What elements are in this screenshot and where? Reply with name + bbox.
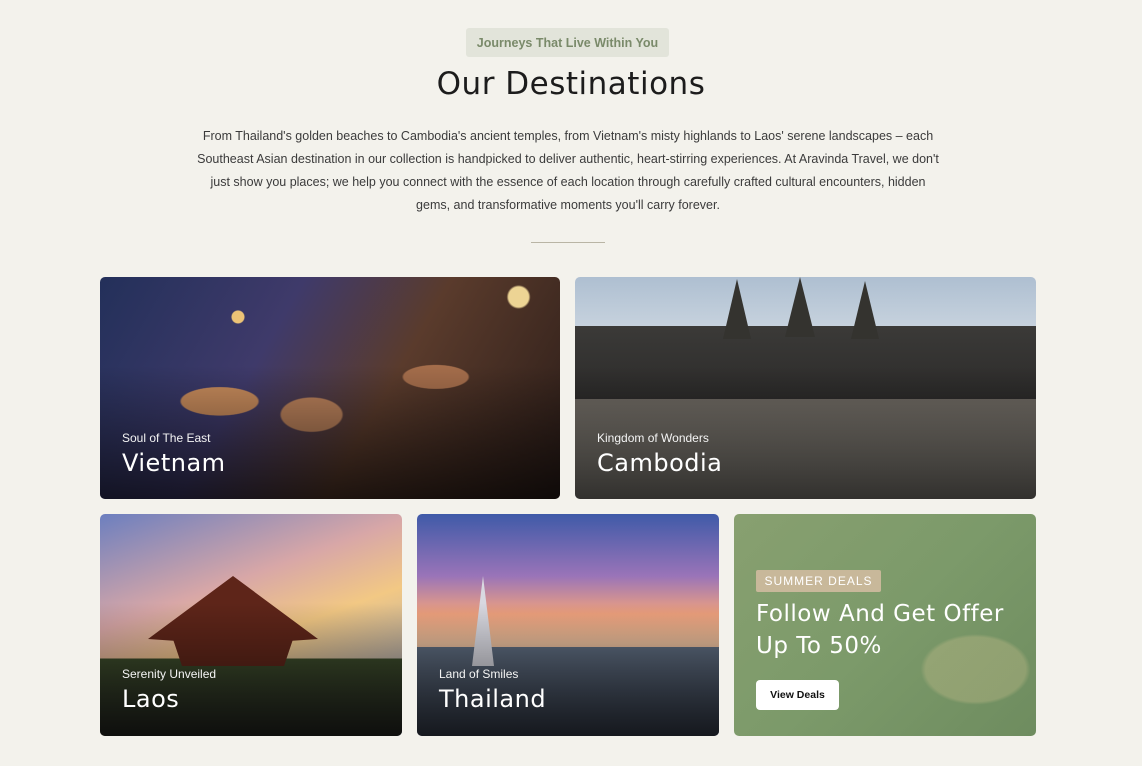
destination-subtitle: Serenity Unveiled: [122, 667, 217, 681]
destination-card-laos[interactable]: Serenity Unveiled Laos: [100, 514, 402, 736]
section-badge: Journeys That Live Within You: [466, 28, 669, 57]
page-title: Our Destinations: [436, 66, 706, 102]
summer-deals-card: SUMMER DEALS Follow And Get Offer Up To …: [734, 514, 1036, 736]
offer-title: Follow And Get Offer Up To 50%: [756, 601, 1004, 659]
destination-name: Thailand: [439, 685, 547, 713]
intro-paragraph: From Thailand's golden beaches to Cambod…: [197, 129, 939, 212]
destination-card-cambodia[interactable]: Kingdom of Wonders Cambodia: [575, 277, 1036, 499]
divider: [531, 242, 605, 243]
destination-name: Vietnam: [122, 449, 226, 477]
destination-card-vietnam[interactable]: Soul of The East Vietnam: [100, 277, 560, 499]
destination-card-thailand[interactable]: Land of Smiles Thailand: [417, 514, 719, 736]
offer-tag: SUMMER DEALS: [756, 570, 881, 592]
destination-name: Laos: [122, 685, 180, 713]
destination-subtitle: Land of Smiles: [439, 667, 519, 681]
destination-subtitle: Kingdom of Wonders: [597, 431, 709, 445]
destination-name: Cambodia: [597, 449, 723, 477]
view-deals-button[interactable]: View Deals: [756, 680, 839, 710]
destination-subtitle: Soul of The East: [122, 431, 211, 445]
